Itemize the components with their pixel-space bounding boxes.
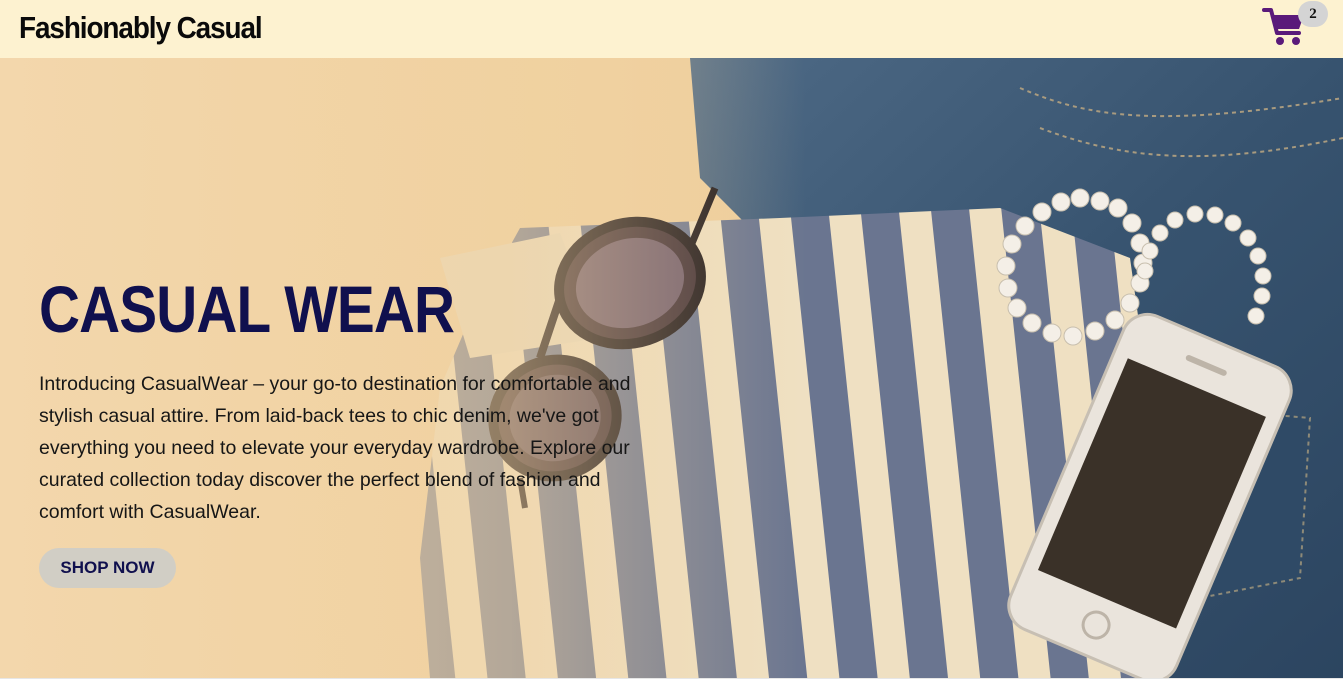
shop-now-button[interactable]: SHOP NOW (39, 548, 176, 588)
top-nav-bar: Fashionably Casual 2 (0, 0, 1343, 58)
cart-count-badge: 2 (1298, 1, 1328, 27)
brand-logo[interactable]: Fashionably Casual (19, 10, 263, 46)
hero-title: CASUAL WEAR (39, 272, 455, 346)
hero-banner: CASUAL WEAR Introducing CasualWear – you… (0, 58, 1343, 678)
hero-description: Introducing CasualWear – your go-to dest… (39, 373, 631, 523)
